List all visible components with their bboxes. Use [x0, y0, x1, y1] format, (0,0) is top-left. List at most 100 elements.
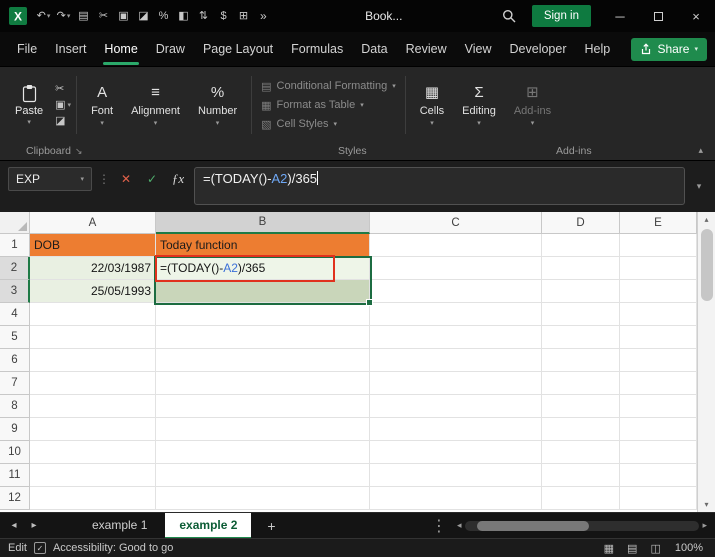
sheet-nav-right-arrow[interactable]: ▸	[26, 520, 42, 531]
cell-A7[interactable]	[30, 372, 156, 395]
row-header-11[interactable]: 11	[0, 464, 30, 487]
fill-handle[interactable]	[366, 299, 373, 306]
cell-A6[interactable]	[30, 349, 156, 372]
cell-C12[interactable]	[370, 487, 542, 510]
cell-E4[interactable]	[620, 303, 697, 326]
row-header-10[interactable]: 10	[0, 441, 30, 464]
formula-bar-expand-chevron[interactable]: ▾	[691, 167, 707, 205]
cell-B2[interactable]: =(TODAY()- A2)/365	[156, 257, 370, 280]
cell-D4[interactable]	[542, 303, 620, 326]
hscroll-right-arrow[interactable]: ▸	[702, 520, 707, 531]
conditional-formatting-button[interactable]: ▤ Conditional Formatting ▾	[261, 80, 396, 93]
cell-C5[interactable]	[370, 326, 542, 349]
menu-tab-home[interactable]: Home	[95, 32, 146, 66]
cell-A8[interactable]	[30, 395, 156, 418]
number-group-button[interactable]: % Number ▾	[189, 82, 246, 129]
close-button[interactable]: ×	[677, 0, 715, 32]
row-header-3[interactable]: 3	[0, 280, 30, 303]
format-as-table-button[interactable]: ▦ Format as Table ▾	[261, 99, 396, 112]
cancel-button[interactable]: ✕	[116, 167, 136, 191]
cell-E9[interactable]	[620, 418, 697, 441]
cell-D6[interactable]	[542, 349, 620, 372]
select-all-corner[interactable]	[0, 212, 30, 234]
cell-A1[interactable]: DOB	[30, 234, 156, 257]
cell-B12[interactable]	[156, 487, 370, 510]
enter-button[interactable]: ✓	[142, 167, 162, 191]
row-header-8[interactable]: 8	[0, 395, 30, 418]
column-header-B[interactable]: B	[156, 212, 370, 234]
row-header-5[interactable]: 5	[0, 326, 30, 349]
cell-D11[interactable]	[542, 464, 620, 487]
cell-D8[interactable]	[542, 395, 620, 418]
page-break-view-icon[interactable]: ◫	[647, 542, 663, 555]
cell-E11[interactable]	[620, 464, 697, 487]
fill-color-icon[interactable]: ◧	[174, 4, 193, 28]
cell-C3[interactable]	[370, 280, 542, 303]
column-header-D[interactable]: D	[542, 212, 620, 234]
menu-tab-formulas[interactable]: Formulas	[282, 32, 352, 66]
cell-E1[interactable]	[620, 234, 697, 257]
cell-E5[interactable]	[620, 326, 697, 349]
paste-button[interactable]: Paste ▾	[8, 81, 50, 129]
format-painter-icon[interactable]: ◪	[55, 115, 71, 127]
menu-tab-view[interactable]: View	[456, 32, 501, 66]
cell-B5[interactable]	[156, 326, 370, 349]
cell-E8[interactable]	[620, 395, 697, 418]
cell-D12[interactable]	[542, 487, 620, 510]
redo-icon[interactable]: ↷ ▾	[54, 4, 73, 28]
font-group-button[interactable]: A Font ▾	[82, 82, 122, 129]
menu-tab-review[interactable]: Review	[397, 32, 456, 66]
copy-icon[interactable]: ▣ ▾	[55, 99, 71, 111]
cell-D10[interactable]	[542, 441, 620, 464]
cell-B7[interactable]	[156, 372, 370, 395]
cell-B3[interactable]	[156, 280, 370, 303]
hscroll-left-arrow[interactable]: ◂	[457, 520, 462, 531]
editing-group-button[interactable]: Σ Editing ▾	[453, 82, 505, 129]
menu-tab-insert[interactable]: Insert	[46, 32, 95, 66]
share-button[interactable]: Share ▾	[631, 37, 707, 61]
cell-A9[interactable]	[30, 418, 156, 441]
sign-in-button[interactable]: Sign in	[531, 5, 591, 27]
column-header-A[interactable]: A	[30, 212, 156, 234]
menu-tab-data[interactable]: Data	[352, 32, 396, 66]
alignment-group-button[interactable]: ≡ Alignment ▾	[122, 82, 189, 129]
page-layout-view-icon[interactable]: ▤	[624, 542, 640, 555]
maximize-button[interactable]	[639, 0, 677, 32]
cell-A11[interactable]	[30, 464, 156, 487]
undo-icon[interactable]: ↶ ▾	[34, 4, 53, 28]
cell-C9[interactable]	[370, 418, 542, 441]
menu-tab-help[interactable]: Help	[576, 32, 620, 66]
cell-D5[interactable]	[542, 326, 620, 349]
printer-icon[interactable]: ▤	[74, 4, 93, 28]
name-box[interactable]: EXP ▾	[8, 167, 92, 191]
percent-style-icon[interactable]: %	[154, 4, 173, 28]
insert-function-button[interactable]: ƒx	[168, 167, 188, 191]
scroll-up-arrow[interactable]: ▴	[704, 212, 708, 227]
menu-tab-file[interactable]: File	[8, 32, 46, 66]
cut-icon[interactable]: ✂	[94, 4, 113, 28]
sheet-tab-example-2[interactable]: example 2	[165, 512, 252, 539]
copy-icon[interactable]: ▣	[114, 4, 133, 28]
accounting-format-icon[interactable]: $	[214, 4, 233, 28]
formula-input[interactable]: =(TODAY()-A2)/365	[194, 167, 685, 205]
dialog-launcher-icon[interactable]: ↘	[75, 146, 83, 157]
column-header-E[interactable]: E	[620, 212, 697, 234]
cell-D9[interactable]	[542, 418, 620, 441]
borders-icon[interactable]: ⊞	[234, 4, 253, 28]
zoom-level[interactable]: 100%	[675, 542, 707, 554]
sheet-nav-left-arrow[interactable]: ◂	[6, 520, 22, 531]
row-header-9[interactable]: 9	[0, 418, 30, 441]
cell-C8[interactable]	[370, 395, 542, 418]
sort-filter-icon[interactable]: ⇅	[194, 4, 213, 28]
cell-E6[interactable]	[620, 349, 697, 372]
cell-C4[interactable]	[370, 303, 542, 326]
cell-E7[interactable]	[620, 372, 697, 395]
cell-A2[interactable]: 22/03/1987	[30, 257, 156, 280]
cell-C11[interactable]	[370, 464, 542, 487]
cell-B4[interactable]	[156, 303, 370, 326]
sheetbar-more-icon[interactable]: ⋮	[425, 516, 453, 536]
column-header-C[interactable]: C	[370, 212, 542, 234]
row-header-1[interactable]: 1	[0, 234, 30, 257]
cell-E2[interactable]	[620, 257, 697, 280]
cell-C1[interactable]	[370, 234, 542, 257]
